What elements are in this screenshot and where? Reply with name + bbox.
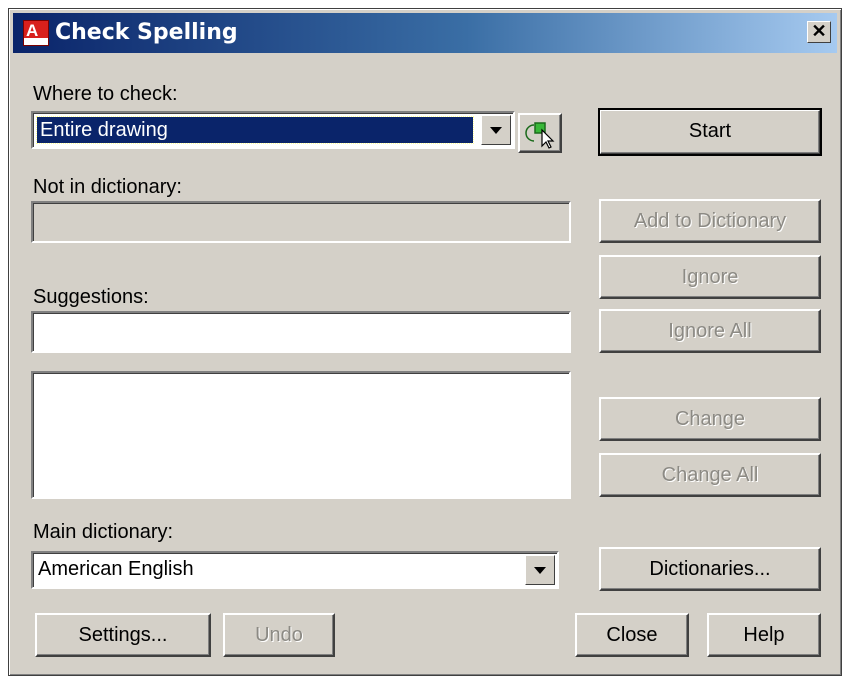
- where-to-check-label: Where to check:: [33, 83, 178, 105]
- main-dictionary-label: Main dictionary:: [33, 521, 174, 543]
- not-in-dictionary-label: Not in dictionary:: [33, 176, 182, 198]
- autocad-app-icon: A: [23, 20, 49, 46]
- ignore-button[interactable]: Ignore: [599, 255, 821, 299]
- main-dictionary-value: American English: [38, 558, 194, 580]
- change-all-button[interactable]: Change All: [599, 453, 821, 497]
- chevron-down-icon: [534, 567, 546, 574]
- check-spelling-dialog: A Check Spelling ✕ Where to check: Entir…: [8, 8, 842, 676]
- window-title: Check Spelling: [55, 20, 238, 45]
- start-button[interactable]: Start: [598, 108, 822, 156]
- settings-button[interactable]: Settings...: [35, 613, 211, 657]
- ignore-all-button[interactable]: Ignore All: [599, 309, 821, 353]
- where-to-check-value: Entire drawing: [36, 116, 474, 144]
- close-icon[interactable]: ✕: [807, 21, 831, 43]
- not-in-dictionary-field[interactable]: [31, 201, 571, 243]
- suggestions-label: Suggestions:: [33, 286, 149, 308]
- main-dictionary-combo[interactable]: American English: [31, 551, 559, 589]
- where-to-check-dropdown-button[interactable]: [481, 115, 511, 145]
- chevron-down-icon: [490, 127, 502, 134]
- undo-button[interactable]: Undo: [223, 613, 335, 657]
- change-button[interactable]: Change: [599, 397, 821, 441]
- close-button[interactable]: Close: [575, 613, 689, 657]
- suggestion-input[interactable]: [31, 311, 571, 353]
- select-objects-button[interactable]: [518, 113, 562, 153]
- select-objects-icon: [525, 122, 555, 149]
- where-to-check-combo[interactable]: Entire drawing: [31, 111, 515, 149]
- suggestions-list[interactable]: [31, 371, 571, 499]
- title-bar[interactable]: A Check Spelling ✕: [13, 13, 837, 53]
- help-button[interactable]: Help: [707, 613, 821, 657]
- dictionaries-button[interactable]: Dictionaries...: [599, 547, 821, 591]
- add-to-dictionary-button[interactable]: Add to Dictionary: [599, 199, 821, 243]
- main-dictionary-dropdown-button[interactable]: [525, 555, 555, 585]
